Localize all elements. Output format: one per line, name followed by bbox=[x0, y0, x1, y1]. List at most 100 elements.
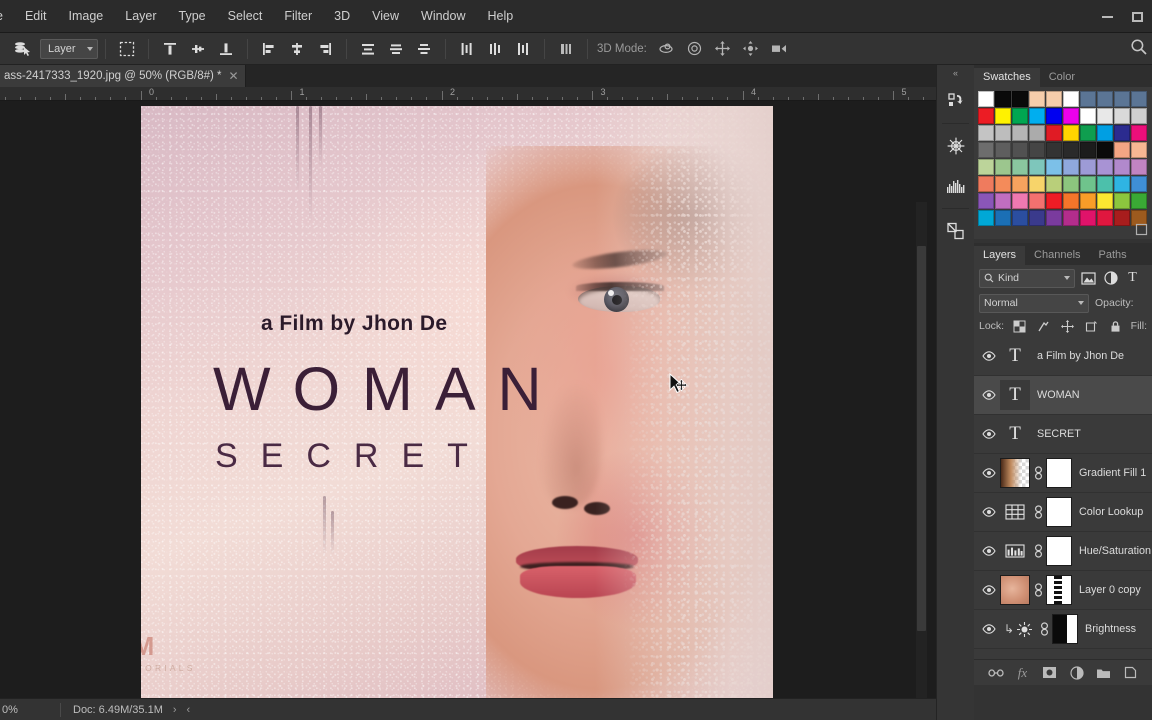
color-swatch[interactable] bbox=[1080, 176, 1096, 192]
color-swatch[interactable] bbox=[1114, 125, 1130, 141]
layer-mask-thumbnail[interactable] bbox=[1046, 536, 1072, 566]
color-swatch[interactable] bbox=[1080, 125, 1096, 141]
libraries-icon[interactable] bbox=[937, 211, 975, 251]
tab-channels[interactable]: Channels bbox=[1025, 246, 1090, 265]
layer-thumbnail[interactable]: T bbox=[1000, 419, 1030, 449]
layer-list[interactable]: Ta Film by Jhon De T WOMAN T SECRET Gradient … bbox=[974, 337, 1152, 659]
distribute-horizontal-centers-icon[interactable] bbox=[482, 37, 508, 61]
add-mask-icon[interactable] bbox=[1042, 665, 1058, 681]
align-bottom-edges-icon[interactable] bbox=[213, 37, 239, 61]
layer-row[interactable]: ↳ Brightness bbox=[974, 610, 1152, 649]
color-swatch[interactable] bbox=[978, 159, 994, 175]
layer-thumbnail[interactable] bbox=[1000, 497, 1030, 527]
menu-item-image[interactable]: Image bbox=[58, 5, 115, 27]
color-swatch[interactable] bbox=[1131, 108, 1147, 124]
move-tool-icon[interactable] bbox=[9, 37, 35, 61]
layer-row[interactable]: Hue/Saturation bbox=[974, 532, 1152, 571]
distribute-vertical-centers-icon[interactable] bbox=[383, 37, 409, 61]
layer-mask-thumbnail[interactable] bbox=[1052, 614, 1078, 644]
color-swatch[interactable] bbox=[978, 142, 994, 158]
color-swatch[interactable] bbox=[1029, 210, 1045, 226]
color-swatch[interactable] bbox=[1029, 91, 1045, 107]
color-swatch[interactable] bbox=[978, 193, 994, 209]
layer-visibility-icon[interactable] bbox=[978, 454, 1000, 493]
color-swatch[interactable] bbox=[1029, 159, 1045, 175]
color-swatch[interactable] bbox=[995, 210, 1011, 226]
layer-row[interactable]: Color Lookup bbox=[974, 493, 1152, 532]
color-swatch[interactable] bbox=[1063, 193, 1079, 209]
layer-mask-thumbnail[interactable] bbox=[1046, 575, 1072, 605]
color-swatch[interactable] bbox=[1097, 210, 1113, 226]
color-swatch[interactable] bbox=[1080, 210, 1096, 226]
layer-visibility-icon[interactable] bbox=[978, 571, 1000, 610]
color-swatch[interactable] bbox=[1114, 193, 1130, 209]
menu-item-help[interactable]: Help bbox=[477, 5, 525, 27]
layer-visibility-icon[interactable] bbox=[978, 493, 1000, 532]
menu-item-edit[interactable]: Edit bbox=[14, 5, 58, 27]
layer-mask-thumbnail[interactable] bbox=[1046, 458, 1072, 488]
distribute-right-edges-icon[interactable] bbox=[510, 37, 536, 61]
lock-artboard-icon[interactable] bbox=[1083, 318, 1100, 335]
canvas-area[interactable]: a Film by Jhon De WOMAN SECRET MIRROM PH… bbox=[0, 101, 936, 698]
color-swatch[interactable] bbox=[1046, 125, 1062, 141]
color-swatch[interactable] bbox=[1063, 91, 1079, 107]
menu-item-select[interactable]: Select bbox=[217, 5, 274, 27]
align-vertical-centers-icon[interactable] bbox=[185, 37, 211, 61]
layer-row[interactable]: Gradient Fill 1 bbox=[974, 454, 1152, 493]
filter-type-icon[interactable]: T bbox=[1124, 270, 1141, 287]
menu-item-layer[interactable]: Layer bbox=[114, 5, 167, 27]
tab-layers[interactable]: Layers bbox=[974, 246, 1026, 265]
new-swatch-icon[interactable] bbox=[1135, 223, 1148, 236]
color-swatch[interactable] bbox=[1063, 210, 1079, 226]
color-swatch[interactable] bbox=[1012, 108, 1028, 124]
distribute-top-edges-icon[interactable] bbox=[355, 37, 381, 61]
color-swatch[interactable] bbox=[1097, 125, 1113, 141]
color-swatch[interactable] bbox=[1012, 193, 1028, 209]
link-mask-icon[interactable] bbox=[1036, 622, 1052, 636]
status-expand-icon[interactable]: › bbox=[173, 704, 177, 716]
color-swatch[interactable] bbox=[1080, 91, 1096, 107]
color-swatch[interactable] bbox=[1131, 142, 1147, 158]
color-swatch[interactable] bbox=[1063, 125, 1079, 141]
color-swatch[interactable] bbox=[1063, 108, 1079, 124]
layer-style-fx-icon[interactable]: fx bbox=[1015, 665, 1031, 681]
layer-thumbnail[interactable] bbox=[1000, 536, 1030, 566]
color-swatch[interactable] bbox=[1012, 210, 1028, 226]
color-swatch[interactable] bbox=[1114, 142, 1130, 158]
color-swatch[interactable] bbox=[1029, 193, 1045, 209]
link-mask-icon[interactable] bbox=[1030, 544, 1046, 558]
layer-thumbnail[interactable] bbox=[1000, 575, 1030, 605]
color-swatch[interactable] bbox=[995, 125, 1011, 141]
color-swatch[interactable] bbox=[1029, 176, 1045, 192]
color-swatch[interactable] bbox=[995, 108, 1011, 124]
color-swatch[interactable] bbox=[995, 193, 1011, 209]
color-swatch[interactable] bbox=[1131, 193, 1147, 209]
color-swatch[interactable] bbox=[1114, 176, 1130, 192]
color-swatch[interactable] bbox=[1097, 91, 1113, 107]
link-layers-icon[interactable] bbox=[987, 665, 1004, 681]
swatch-grid[interactable] bbox=[978, 91, 1152, 226]
color-swatch[interactable] bbox=[1080, 193, 1096, 209]
color-swatch[interactable] bbox=[995, 91, 1011, 107]
layer-visibility-icon[interactable] bbox=[978, 415, 1000, 454]
align-left-edges-icon[interactable] bbox=[256, 37, 282, 61]
close-icon[interactable]: ✕ bbox=[229, 70, 239, 82]
filter-pixel-icon[interactable] bbox=[1080, 270, 1097, 287]
link-mask-icon[interactable] bbox=[1030, 505, 1046, 519]
align-horizontal-centers-icon[interactable] bbox=[284, 37, 310, 61]
lock-image-icon[interactable] bbox=[1035, 318, 1052, 335]
lock-all-icon[interactable] bbox=[1107, 318, 1124, 335]
horizontal-ruler[interactable]: 0 1 2 3 4 5 bbox=[0, 87, 936, 101]
history-icon[interactable] bbox=[937, 81, 975, 121]
status-collapse-icon[interactable]: ‹ bbox=[187, 704, 191, 716]
color-swatch[interactable] bbox=[1046, 142, 1062, 158]
color-swatch[interactable] bbox=[1012, 125, 1028, 141]
menu-item-window[interactable]: Window bbox=[410, 5, 476, 27]
color-swatch[interactable] bbox=[1080, 159, 1096, 175]
color-swatch[interactable] bbox=[1097, 108, 1113, 124]
color-swatch[interactable] bbox=[1114, 159, 1130, 175]
tab-swatches[interactable]: Swatches bbox=[974, 68, 1040, 87]
search-icon[interactable] bbox=[1129, 37, 1149, 62]
layer-row[interactable]: T SECRET bbox=[974, 415, 1152, 454]
color-swatch[interactable] bbox=[1114, 210, 1130, 226]
